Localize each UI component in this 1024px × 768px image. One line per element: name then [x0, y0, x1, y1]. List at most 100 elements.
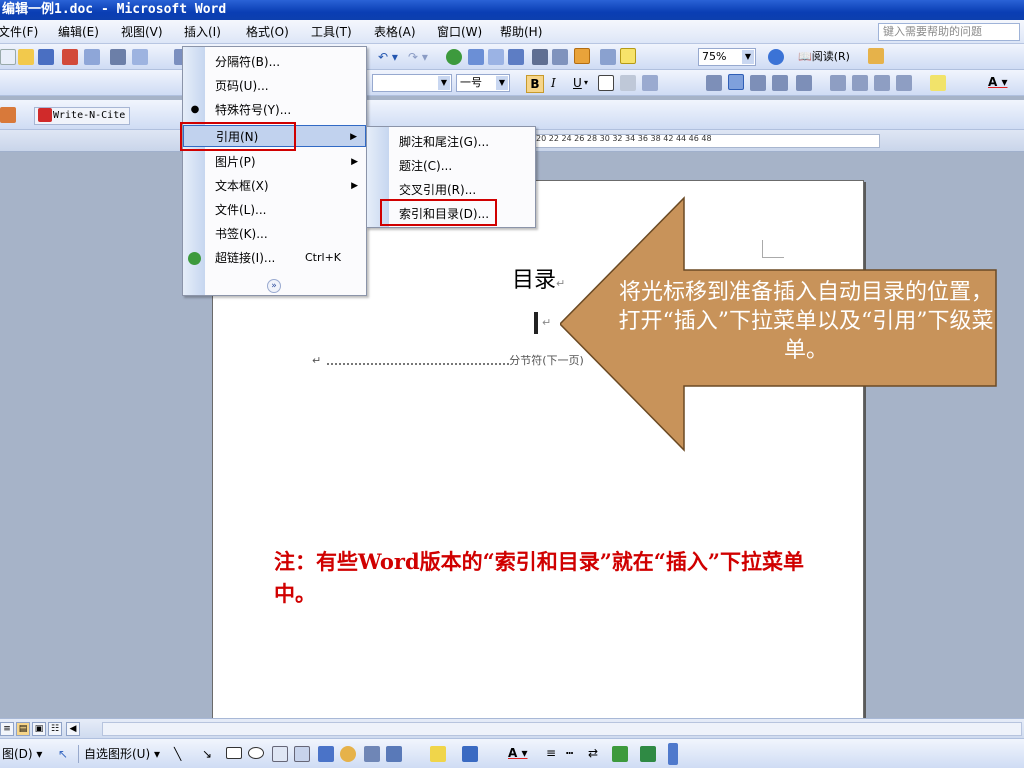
submenu-item-caption[interactable]: 题注(C)... — [367, 155, 535, 177]
bullets-icon[interactable] — [852, 75, 868, 91]
format-painter-icon[interactable] — [620, 48, 636, 64]
addin-icon[interactable] — [0, 107, 16, 123]
line-spacing-icon[interactable] — [796, 75, 812, 91]
document-map-icon[interactable] — [574, 48, 590, 64]
menu-item-label: 文本框(X) — [215, 179, 269, 193]
save-icon[interactable] — [38, 49, 54, 65]
numbering-icon[interactable] — [830, 75, 846, 91]
menu-item-break[interactable]: 分隔符(B)... — [183, 51, 366, 73]
menu-help[interactable]: 帮助(H) — [500, 24, 542, 40]
chevron-down-icon[interactable]: ▾ — [584, 75, 588, 91]
submenu-arrow-icon: ▶ — [351, 157, 358, 167]
arrow-style-icon[interactable]: ⇄ — [588, 745, 598, 761]
insert-excel-icon[interactable] — [508, 49, 524, 65]
char-shading-icon[interactable] — [620, 75, 636, 91]
horizontal-scrollbar[interactable] — [102, 722, 1022, 736]
toolbar-options-icon[interactable] — [668, 743, 678, 765]
char-scaling-icon[interactable] — [642, 75, 658, 91]
menu-item-picture[interactable]: 图片(P) ▶ — [183, 151, 366, 173]
document-heading[interactable]: 目录↵ — [512, 262, 565, 294]
expand-menu-icon[interactable]: » — [267, 279, 281, 293]
open-folder-icon[interactable] — [18, 49, 34, 65]
align-center-icon[interactable] — [728, 74, 744, 90]
clipart-icon[interactable] — [364, 746, 380, 762]
3d-style-icon[interactable] — [640, 746, 656, 762]
font-name-select[interactable]: ▼ — [372, 74, 452, 92]
draw-menu-button[interactable]: 图(D) ▾ — [2, 746, 42, 762]
highlight-icon[interactable] — [930, 75, 946, 91]
menu-item-file[interactable]: 文件(L)... — [183, 199, 366, 221]
italic-button[interactable]: I — [551, 75, 556, 91]
line-style-icon[interactable]: ≡ — [546, 745, 556, 761]
increase-indent-icon[interactable] — [896, 75, 912, 91]
rectangle-icon[interactable] — [226, 747, 242, 759]
insert-table-icon[interactable] — [488, 49, 504, 65]
shadow-style-icon[interactable] — [612, 746, 628, 762]
menu-item-label: 分隔符(B)... — [215, 55, 281, 69]
menu-format[interactable]: 格式(O) — [246, 24, 289, 40]
font-size-select[interactable]: 一号 ▼ — [456, 74, 510, 92]
window-title: 编辑一例1.doc - Microsoft Word — [2, 2, 227, 17]
columns-icon[interactable] — [532, 49, 548, 65]
menu-file[interactable]: 文件(F) — [0, 24, 38, 40]
drawing-icon[interactable] — [552, 49, 568, 65]
align-right-icon[interactable] — [750, 75, 766, 91]
help-question-input[interactable]: 键入需要帮助的问题 — [878, 23, 1020, 41]
read-button[interactable]: 📖阅读(R) — [798, 49, 850, 65]
submenu-item-cross-reference[interactable]: 交叉引用(R)... — [367, 179, 535, 201]
outline-view-icon[interactable]: ☷ — [48, 722, 62, 736]
fill-color-icon[interactable] — [430, 746, 446, 762]
email-icon[interactable] — [84, 49, 100, 65]
char-border-icon[interactable] — [598, 75, 614, 91]
menu-tools[interactable]: 工具(T) — [311, 24, 352, 40]
tables-borders-icon[interactable] — [468, 49, 484, 65]
menu-item-page-number[interactable]: 页码(U)... — [183, 75, 366, 97]
help-icon[interactable] — [768, 49, 784, 65]
justify-icon[interactable] — [772, 75, 788, 91]
wordart-icon[interactable] — [318, 746, 334, 762]
print-icon[interactable] — [110, 49, 126, 65]
menu-item-label: 书签(K)... — [215, 227, 268, 241]
arrow-icon[interactable]: ↘ — [202, 746, 212, 762]
draw-font-color-icon[interactable]: A ▾ — [508, 745, 528, 761]
permission-icon[interactable] — [62, 49, 78, 65]
textbox-icon[interactable] — [272, 746, 288, 762]
menu-insert[interactable]: 插入(I) — [184, 24, 221, 40]
hyperlink-icon[interactable] — [446, 49, 462, 65]
menu-item-textbox[interactable]: 文本框(X) ▶ — [183, 175, 366, 197]
vertical-textbox-icon[interactable] — [294, 746, 310, 762]
line-color-icon[interactable] — [462, 746, 478, 762]
scroll-left-icon[interactable]: ◀ — [66, 722, 80, 736]
menu-item-hyperlink[interactable]: 超链接(I)... Ctrl+K — [183, 247, 366, 269]
diagram-icon[interactable] — [340, 746, 356, 762]
dash-style-icon[interactable]: ┅ — [566, 745, 573, 761]
insert-picture-icon[interactable] — [386, 746, 402, 762]
show-hide-icon[interactable] — [600, 49, 616, 65]
underline-button[interactable]: U — [573, 75, 582, 91]
submenu-arrow-icon: ▶ — [351, 181, 358, 191]
undo-icon[interactable]: ↶ ▾ — [378, 49, 398, 65]
bold-button[interactable]: B — [526, 75, 544, 93]
menu-item-bookmark[interactable]: 书签(K)... — [183, 223, 366, 245]
menu-table[interactable]: 表格(A) — [374, 24, 416, 40]
decrease-indent-icon[interactable] — [874, 75, 890, 91]
normal-view-icon[interactable]: ≡ — [0, 722, 14, 736]
submenu-item-footnote[interactable]: 脚注和尾注(G)... — [367, 131, 535, 153]
menu-item-special-symbol[interactable]: ● 特殊符号(Y)... — [183, 99, 366, 121]
select-objects-icon[interactable]: ↖ — [58, 746, 68, 762]
print-preview-icon[interactable] — [132, 49, 148, 65]
print-view-icon[interactable]: ▣ — [32, 722, 46, 736]
font-color-icon[interactable]: A ▾ — [988, 74, 1008, 90]
web-view-icon[interactable]: ▤ — [16, 722, 30, 736]
research-icon[interactable] — [868, 48, 884, 64]
align-left-icon[interactable] — [706, 75, 722, 91]
zoom-select[interactable]: 75% ▼ — [698, 48, 756, 66]
autoshapes-button[interactable]: 自选图形(U) ▾ — [84, 746, 160, 762]
new-document-icon[interactable] — [0, 49, 16, 65]
menu-edit[interactable]: 编辑(E) — [58, 24, 99, 40]
oval-icon[interactable] — [248, 747, 264, 759]
menu-view[interactable]: 视图(V) — [121, 24, 163, 40]
redo-icon[interactable]: ↷ ▾ — [408, 49, 428, 65]
line-icon[interactable]: ╲ — [174, 746, 181, 762]
menu-window[interactable]: 窗口(W) — [437, 24, 482, 40]
